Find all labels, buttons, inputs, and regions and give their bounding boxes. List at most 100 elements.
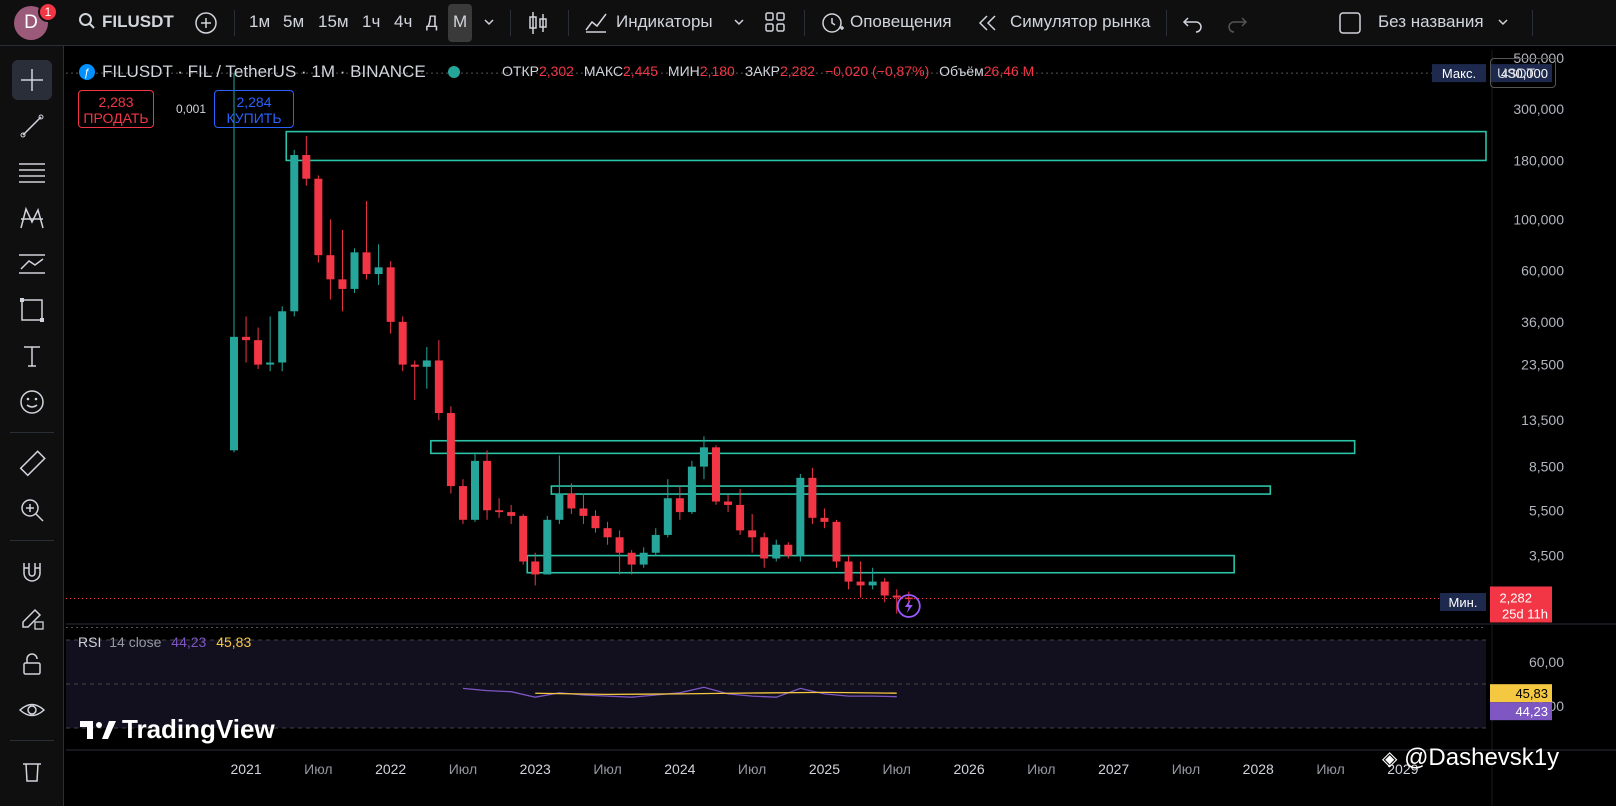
- alarm-clock-icon[interactable]: [820, 10, 844, 39]
- spread-value: 0,001: [176, 102, 207, 116]
- last-price-label: 2,282: [1499, 590, 1532, 605]
- time-tick-label: 2028: [1243, 761, 1274, 777]
- candle-body: [615, 537, 624, 553]
- author-watermark: ◈ @Dashevsk1y: [1382, 744, 1559, 772]
- candle-body: [603, 528, 612, 538]
- candle-body: [808, 477, 817, 518]
- timeframe-d[interactable]: Д: [426, 12, 438, 32]
- eye-icon[interactable]: [12, 690, 52, 730]
- layout-name[interactable]: Без названия: [1378, 12, 1484, 32]
- candle-body: [736, 504, 745, 531]
- candle-body: [314, 178, 323, 256]
- support-resistance-zone-1: [285, 130, 1487, 162]
- undo-icon[interactable]: [1182, 12, 1204, 39]
- candle-body: [856, 581, 865, 586]
- candle-body: [784, 544, 793, 556]
- rsi-band: [66, 640, 1486, 728]
- emoji-icon[interactable]: [12, 382, 52, 422]
- sell-button[interactable]: 2,283 ПРОДАТЬ: [78, 90, 154, 128]
- symbol-search-button[interactable]: FILUSDT: [102, 12, 174, 32]
- binance-logo-icon: ◈: [1382, 748, 1398, 770]
- indicators-icon[interactable]: [584, 10, 608, 39]
- candle-body: [772, 544, 781, 559]
- candle-body: [880, 581, 889, 596]
- candle-body: [507, 512, 516, 516]
- candle-body: [483, 460, 492, 511]
- time-tick-label: Июл: [1316, 761, 1344, 777]
- change-value: −0,020 (−0,87%): [824, 63, 930, 79]
- zoom-in-icon[interactable]: [12, 490, 52, 530]
- search-icon[interactable]: [78, 12, 96, 35]
- redo-icon[interactable]: [1226, 12, 1248, 39]
- trend-line-icon[interactable]: [12, 106, 52, 146]
- candle-body: [338, 279, 347, 289]
- timeframe-1h[interactable]: 1ч: [362, 12, 380, 32]
- forecast-icon[interactable]: [12, 244, 52, 284]
- author-handle: @Dashevsk1y: [1404, 744, 1560, 771]
- candle-body: [326, 255, 335, 280]
- timeframe-5m[interactable]: 5м: [283, 12, 304, 32]
- chart-area[interactable]: 500,000 300,000 180,000 100,000 60,000 36,000…: [66, 50, 1616, 806]
- replay-button[interactable]: Симулятор рынка: [1010, 12, 1150, 32]
- text-icon[interactable]: [12, 336, 52, 376]
- rsi-ma-badge: 45,83: [1515, 686, 1548, 701]
- candle-body: [278, 311, 287, 363]
- chevron-down-icon[interactable]: [732, 14, 746, 34]
- crosshair-icon[interactable]: [12, 60, 52, 100]
- time-tick-label: 2024: [664, 761, 695, 777]
- chevron-down-icon[interactable]: [1496, 14, 1510, 34]
- time-tick-label: Июл: [1027, 761, 1055, 777]
- lock-icon[interactable]: [12, 644, 52, 684]
- symbol-title[interactable]: FILUSDT · FIL / TetherUS · 1M · BINANCE: [102, 62, 426, 82]
- ruler-icon[interactable]: [12, 444, 52, 484]
- candle-body: [868, 581, 877, 586]
- chevron-down-icon[interactable]: [482, 14, 496, 34]
- candle-body: [796, 477, 805, 556]
- magnet-icon[interactable]: [12, 552, 52, 592]
- layout-checkbox-icon[interactable]: [1338, 11, 1362, 40]
- indicators-button[interactable]: Индикаторы: [616, 12, 713, 32]
- rsi-legend: RSI 14 close 44,23 45,83: [78, 634, 251, 650]
- currency-select[interactable]: USDT: [1490, 58, 1556, 88]
- buy-label: КУПИТЬ: [226, 110, 282, 126]
- candle-body: [374, 267, 383, 275]
- candle-body: [663, 498, 672, 535]
- alerts-button[interactable]: Оповещения: [850, 12, 952, 32]
- candle-body: [760, 537, 769, 559]
- svg-text:ƒ: ƒ: [84, 67, 90, 79]
- tradingview-logo[interactable]: TradingView: [80, 714, 275, 745]
- sell-price: 2,283: [98, 94, 134, 110]
- candle-body: [362, 252, 371, 275]
- layouts-grid-icon[interactable]: [764, 11, 786, 38]
- time-tick-label: Июл: [593, 761, 621, 777]
- pattern-icon[interactable]: [12, 198, 52, 238]
- timeframe-1m[interactable]: 1м: [249, 12, 270, 32]
- candle-body: [446, 413, 455, 487]
- trash-icon[interactable]: [12, 750, 52, 790]
- time-tick-label: Июл: [449, 761, 477, 777]
- timeframe-month[interactable]: М: [453, 12, 467, 32]
- timeframe-15m[interactable]: 15м: [318, 12, 349, 32]
- buy-button[interactable]: 2,284 КУПИТЬ: [214, 90, 294, 128]
- candle-body: [386, 267, 395, 322]
- buy-price: 2,284: [236, 94, 272, 110]
- price-tick-label: 5,500: [1529, 502, 1564, 518]
- rewind-icon[interactable]: [976, 12, 1000, 39]
- draw-lock-icon[interactable]: [12, 598, 52, 638]
- ohlc-values: ОТКР2,302 МАКС2,445 МИН2,180 ЗАКР2,282 −…: [502, 63, 1040, 79]
- horizontal-lines-icon[interactable]: [12, 152, 52, 192]
- timeframe-4h[interactable]: 4ч: [394, 12, 412, 32]
- chart-svg[interactable]: 500,000300,000180,000100,00060,00036,000…: [66, 50, 1616, 806]
- compare-add-icon[interactable]: [194, 11, 218, 40]
- rsi-label: RSI: [78, 634, 102, 650]
- rsi-tick-label: 60,00: [1529, 654, 1564, 670]
- rsi-badge: 44,23: [1515, 704, 1548, 719]
- filecoin-logo-icon: ƒ: [79, 64, 95, 80]
- candle-body: [398, 321, 407, 365]
- candles-icon[interactable]: [526, 10, 550, 41]
- drawing-toolbar: [0, 46, 64, 806]
- candle-body: [844, 561, 853, 582]
- candle-body: [651, 534, 660, 553]
- candle-body: [290, 155, 299, 312]
- rectangle-icon[interactable]: [12, 290, 52, 330]
